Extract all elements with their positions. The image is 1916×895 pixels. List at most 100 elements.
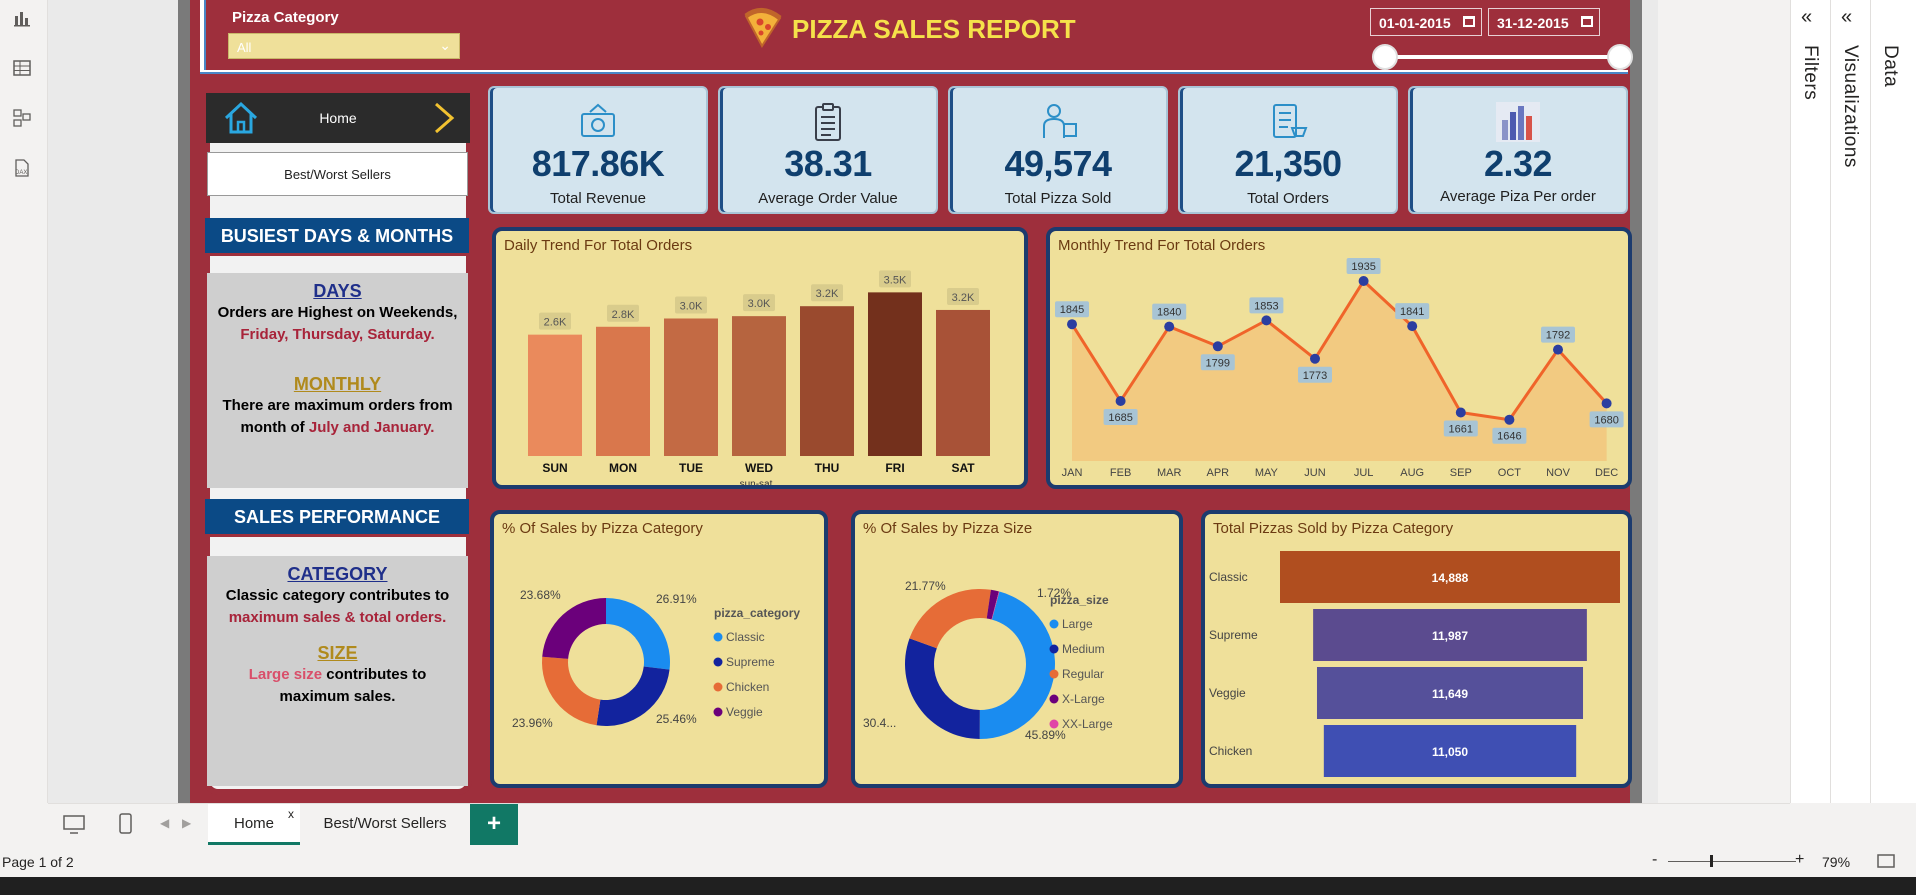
legend-marker [713,632,723,642]
x-tick-label: JUN [1304,467,1325,479]
os-taskbar [0,877,1916,895]
zoom-out-button[interactable]: - [1652,851,1657,869]
close-icon[interactable]: x [288,794,294,834]
data-pane[interactable]: Data [1871,0,1911,803]
monthly-subheading: MONTHLY [293,374,382,394]
kpi-label: Average Order Value [758,190,898,207]
data-point [1164,321,1175,332]
category-label: Chicken [1209,744,1252,758]
mobile-layout-icon[interactable] [118,812,134,836]
kpi-value: 817.86K [531,143,665,184]
slice-label: 30.4... [863,716,896,730]
filters-pane-label[interactable]: Filters [1799,45,1821,100]
legend-marker [713,707,723,717]
model-view-icon[interactable] [10,108,34,132]
chevron-double-left-icon[interactable]: « [1801,6,1812,29]
data-point [1310,353,1320,364]
view-switcher-rail: DAX [0,0,48,803]
scroll-right-icon[interactable]: ▶ [182,816,191,830]
data-point [1261,315,1272,326]
legend-marker [1049,619,1059,629]
fit-to-page-icon[interactable] [1876,853,1896,869]
kpi-card-total-orders: 21,350 Total Orders [1178,86,1398,214]
visualizations-pane-label[interactable]: Visualizations [1839,45,1861,168]
pizza-category-slicer-label: Pizza Category [232,9,339,26]
category-insight-line2: maximum sales & total orders. [228,609,447,626]
chevron-right-icon[interactable] [428,101,458,135]
legend-label: Supreme [726,655,775,669]
tab-home-label: Home [233,815,274,832]
bar [528,334,582,456]
x-tick-label: NOV [1546,467,1571,479]
legend-marker [713,682,723,692]
kpi-card-total-revenue: 817.86K Total Revenue [488,86,708,214]
daily-trend-plot: 2.6K SUN 2.8K MON 3.0K TUE 3.0K WED 3.2K THU 3.5K F… [528,270,990,485]
x-tick-label: MAR [1157,467,1182,479]
clipboard-icon [815,103,841,141]
sales-by-category-chart[interactable]: % Of Sales by Pizza Category 26.91% 25.46… [490,510,828,788]
kpi-value: 38.31 [784,143,872,184]
x-tick-label: SUN [542,461,567,475]
slice-label: 25.46% [656,712,697,726]
dax-query-view-icon[interactable]: DAX [10,158,34,182]
kpi-label: Total Revenue [550,190,646,207]
kpi-card-average-pizza-per-order: 2.32 Average Piza Per order [1408,86,1628,214]
start-date-input[interactable]: 01-01-2015 [1370,8,1482,36]
kpi-value: 49,574 [1004,143,1112,184]
calendar-icon [1581,16,1593,27]
slice-label: 23.96% [512,716,553,730]
add-page-button[interactable]: + [470,804,518,846]
page-indicator: Page 1 of 2 [2,854,74,870]
calendar-icon [1463,16,1475,27]
chevron-down-icon: ⌄ [439,37,451,53]
legend-label: XX-Large [1062,717,1113,731]
kpi-value: 2.32 [1483,143,1553,184]
monthly-trend-plot: 1845 JAN 1685 FEB 1840 MAR 1799 APR 1853 MAY 1773 J… [1055,258,1624,479]
zoom-level: 79% [1822,854,1851,870]
best-worst-sellers-button[interactable]: Best/Worst Sellers [207,152,468,196]
donut-slice [606,598,670,670]
sales-insights-body: CATEGORY Classic category contributes to… [207,556,468,786]
scroll-left-icon[interactable]: ◀ [160,816,169,830]
date-range-end-handle[interactable] [1607,44,1633,70]
date-range-slider-track[interactable] [1385,55,1620,59]
legend-marker [1049,644,1059,654]
date-range-start-handle[interactable] [1372,44,1398,70]
zoom-slider[interactable] [1668,861,1796,862]
daily-trend-chart[interactable]: Daily Trend For Total Orders 2.6K SUN 2.8K… [492,227,1028,489]
x-tick-label: MAY [1255,467,1279,479]
busiest-insights-body: DAYS Orders are Highest on Weekends, Fri… [207,273,468,488]
zoom-in-button[interactable]: + [1795,851,1804,869]
end-date-input[interactable]: 31-12-2015 [1488,8,1600,36]
report-view-icon[interactable] [10,8,34,32]
data-label: 2.6K [544,317,567,329]
pizzas-sold-by-category-chart[interactable]: Total Pizzas Sold by Pizza Category Clas… [1201,510,1632,788]
x-axis-title: sun-sat [740,479,773,485]
tab-best-worst-sellers[interactable]: Best/Worst Sellers [300,804,470,846]
visualizations-pane[interactable]: « Visualizations [1831,0,1871,803]
sales-by-size-chart[interactable]: % Of Sales by Pizza Size 45.89% 30.4... 21… [851,510,1183,788]
sales-by-size-donut: 45.89%30.4...21.77% 1.72%pizza_sizeLargeM… [863,579,1113,742]
chevron-double-left-icon[interactable]: « [1841,6,1852,29]
days-subheading: DAYS [313,281,362,301]
data-point [1067,319,1077,330]
bar-chart-icon [1496,102,1540,142]
legend-label: Veggie [726,705,763,719]
desktop-layout-icon[interactable] [62,814,86,836]
size-subheading: SIZE [317,643,358,663]
tab-home[interactable]: Home x [208,804,300,846]
donut-slice [542,656,601,726]
x-tick-label: MON [609,461,637,475]
zoom-slider-thumb[interactable] [1710,855,1713,867]
x-tick-label: TUE [679,461,703,475]
pizza-icon [744,8,782,48]
data-label: 1845 [1060,304,1084,316]
monthly-trend-chart[interactable]: Monthly Trend For Total Orders 1845 JAN 16… [1046,227,1632,489]
filters-pane[interactable]: « Filters [1791,0,1831,803]
data-label: 11,050 [1432,745,1468,759]
monthly-insight-line1: There are maximum orders from [222,397,453,414]
table-view-icon[interactable] [10,58,34,82]
data-pane-label[interactable]: Data [1879,45,1901,87]
pizza-category-dropdown[interactable]: All ⌄ [228,33,460,59]
x-tick-label: THU [815,461,840,475]
